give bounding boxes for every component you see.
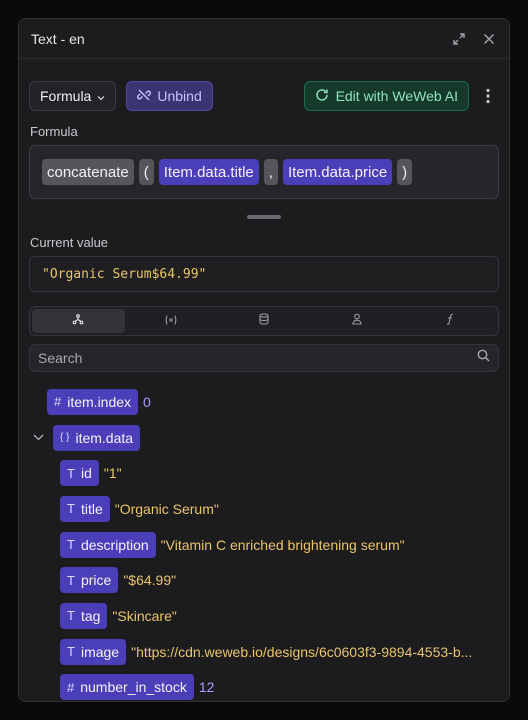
- edit-with-ai-button[interactable]: Edit with WeWeb AI: [303, 81, 469, 111]
- variable-chip-price[interactable]: T price: [60, 567, 119, 594]
- tab-user[interactable]: [310, 309, 403, 333]
- tab-functions[interactable]: [403, 309, 496, 333]
- search-input[interactable]: [38, 350, 477, 366]
- variable-chip-tag[interactable]: T tag: [60, 602, 108, 629]
- tree-icon: [72, 312, 84, 330]
- search-bar: [29, 344, 499, 372]
- object-type-icon: { }: [60, 432, 70, 444]
- text-type-icon: T: [67, 501, 75, 517]
- toolbar: Formula Unbind Edit with WeWeb AI: [19, 59, 509, 117]
- function-icon: [446, 312, 454, 330]
- formula-arg-title-token[interactable]: Item.data.title: [158, 159, 259, 185]
- text-type-icon: T: [67, 572, 75, 588]
- panel-actions: [451, 31, 497, 47]
- variable-chip-item-data[interactable]: { } item.data: [53, 424, 141, 451]
- number-type-icon: #: [54, 394, 62, 410]
- variable-name: description: [80, 536, 149, 553]
- variable-chip-number-in-stock[interactable]: # number_in_stock: [60, 674, 194, 701]
- close-icon[interactable]: [481, 31, 497, 47]
- formula-panel: Text - en Formula Unbind Edit with WeWeb…: [18, 18, 510, 702]
- variable-name: item.index: [67, 393, 132, 410]
- formula-mode-select[interactable]: Formula: [29, 81, 117, 111]
- formula-function-token[interactable]: concatenate: [42, 159, 134, 185]
- tab-collections[interactable]: [218, 309, 311, 333]
- formula-open-paren-token[interactable]: (: [138, 159, 154, 185]
- formula-mode-label: Formula: [40, 88, 92, 104]
- variable-value: "https://cdn.weweb.io/designs/6c0603f3-9…: [131, 643, 473, 660]
- variable-value: "Organic Serum": [114, 500, 219, 517]
- chevron-down-icon[interactable]: [31, 431, 45, 445]
- variable-value: "1": [103, 465, 122, 482]
- edit-with-ai-label: Edit with WeWeb AI: [335, 88, 458, 104]
- resize-handle[interactable]: [247, 215, 281, 219]
- variable-value: "Vitamin C enriched brightening serum": [160, 536, 405, 553]
- variable-name: tag: [80, 607, 101, 624]
- variable-value: 12: [198, 679, 215, 696]
- number-type-icon: #: [67, 679, 75, 695]
- variable-chip-image[interactable]: T image: [60, 638, 127, 665]
- variable-name: price: [80, 572, 112, 589]
- data-tree: # item.index 0 { } item.data T id "1" T: [19, 384, 509, 702]
- variable-value: 0: [143, 393, 151, 410]
- variable-chip-id[interactable]: T id: [60, 460, 99, 487]
- formula-arg-price-token[interactable]: Item.data.price: [282, 159, 393, 185]
- unlink-icon: [137, 88, 152, 105]
- current-value-label: Current value: [30, 235, 109, 250]
- text-type-icon: T: [67, 644, 75, 660]
- tree-row-item-data: { } item.data: [19, 420, 509, 456]
- panel-title: Text - en: [31, 30, 85, 47]
- chevron-down-icon: [97, 88, 105, 104]
- text-type-icon: T: [67, 537, 75, 553]
- variable-icon: [165, 312, 177, 330]
- refresh-icon: [315, 88, 329, 105]
- variable-chip-description[interactable]: T description: [60, 531, 156, 558]
- variable-name: image: [80, 643, 120, 660]
- current-value-display: "Organic Serum$64.99": [29, 256, 499, 292]
- database-icon: [259, 312, 269, 330]
- tree-row-field: T id "1": [19, 455, 509, 491]
- variable-chip-item-index[interactable]: # item.index: [47, 388, 139, 415]
- expand-icon[interactable]: [451, 31, 467, 47]
- search-icon[interactable]: [477, 349, 490, 367]
- variable-name: id: [80, 465, 92, 482]
- formula-label: Formula: [30, 124, 78, 139]
- panel-header: Text - en: [19, 19, 509, 59]
- tree-row-item-index: # item.index 0: [19, 384, 509, 420]
- unbind-button[interactable]: Unbind: [126, 81, 213, 111]
- unbind-label: Unbind: [157, 88, 202, 104]
- tree-row-field: # number_in_stock 12: [19, 670, 509, 702]
- user-icon: [352, 312, 362, 330]
- text-type-icon: T: [67, 608, 75, 624]
- more-options-icon[interactable]: [477, 81, 499, 111]
- tab-data-tree[interactable]: [32, 309, 125, 333]
- tree-row-field: T title "Organic Serum": [19, 491, 509, 527]
- text-type-icon: T: [67, 465, 75, 481]
- formula-comma-token[interactable]: ,: [263, 159, 278, 185]
- tree-row-field: T description "Vitamin C enriched bright…: [19, 527, 509, 563]
- variable-name: item.data: [75, 429, 134, 446]
- formula-close-paren-token[interactable]: ): [397, 159, 413, 185]
- variable-value: "$64.99": [123, 572, 177, 589]
- data-source-tabs: [29, 306, 499, 336]
- current-value-text: "Organic Serum$64.99": [42, 266, 207, 282]
- variable-value: "Skincare": [112, 607, 177, 624]
- tree-row-field: T tag "Skincare": [19, 598, 509, 634]
- formula-editor[interactable]: concatenate ( Item.data.title , Item.dat…: [29, 145, 499, 199]
- tree-row-field: T price "$64.99": [19, 562, 509, 598]
- variable-chip-title[interactable]: T title: [60, 495, 110, 522]
- variable-name: number_in_stock: [80, 679, 187, 696]
- tree-row-field: T image "https://cdn.weweb.io/designs/6c…: [19, 634, 509, 670]
- variable-name: title: [80, 500, 103, 517]
- tab-variables[interactable]: [125, 309, 218, 333]
